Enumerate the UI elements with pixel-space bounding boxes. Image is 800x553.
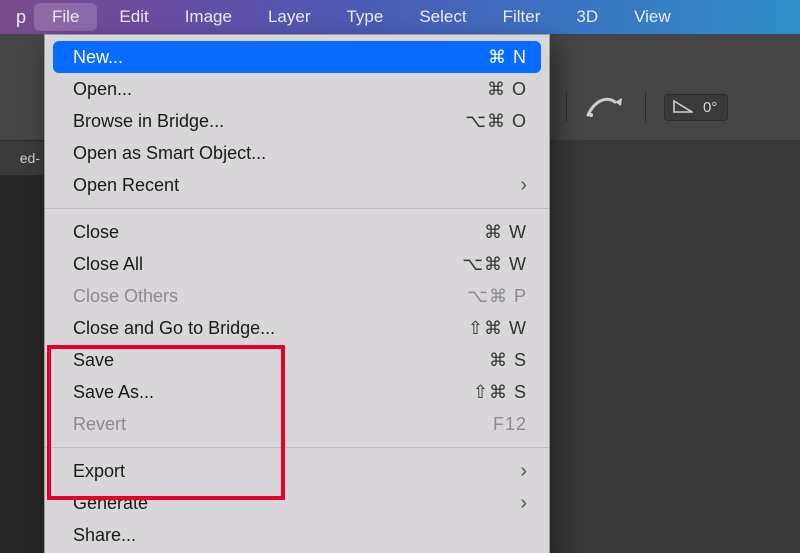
menu-item-open-smart-object[interactable]: Open as Smart Object... [45,137,549,169]
menu-item-export[interactable]: Export› [45,455,549,487]
rotation-angle-field[interactable]: 0° [664,94,728,121]
menu-item-label: Save As... [73,382,473,403]
menu-item-browse-in-bridge[interactable]: Browse in Bridge...⌥⌘ O [45,105,549,137]
menu-file[interactable]: File [34,3,97,31]
menu-item-close[interactable]: Close⌘ W [45,216,549,248]
menu-item-close-go-bridge[interactable]: Close and Go to Bridge...⇧⌘ W [45,312,549,344]
chevron-right-icon: › [520,493,527,513]
menu-item-generate[interactable]: Generate› [45,487,549,519]
menu-item-label: Share... [73,525,527,546]
menu-item-shortcut: ⇧⌘ S [473,382,527,403]
menu-view[interactable]: View [616,0,689,34]
menu-item-open[interactable]: Open...⌘ O [45,73,549,105]
chevron-right-icon: › [520,175,527,195]
menu-separator [45,447,549,448]
menu-filter-label: Filter [503,7,541,27]
menu-edit[interactable]: Edit [101,0,166,34]
menu-item-shortcut: ⌥⌘ O [465,111,527,132]
menu-item-shortcut: ⌘ W [484,222,527,243]
options-separator [566,92,567,122]
menu-item-save[interactable]: Save⌘ S [45,344,549,376]
menubar: p File Edit Image Layer Type Select Filt… [0,0,800,34]
options-separator [645,92,646,122]
menu-item-save-as[interactable]: Save As...⇧⌘ S [45,376,549,408]
document-tab-text: ed- [20,150,40,166]
menu-layer[interactable]: Layer [250,0,329,34]
canvas-area [0,176,44,553]
menu-item-close-all[interactable]: Close All⌥⌘ W [45,248,549,280]
menu-item-shortcut: ⌘ N [488,47,527,68]
menu-layer-label: Layer [268,7,311,27]
menu-view-label: View [634,7,671,27]
menu-item-label: New... [73,47,488,68]
menu-item-share[interactable]: Share... [45,519,549,551]
menu-item-label: Export [73,461,520,482]
menu-item-label: Close All [73,254,462,275]
chevron-right-icon: › [520,461,527,481]
menu-edit-label: Edit [119,7,148,27]
menu-item-label: Revert [73,414,493,435]
menu-item-label: Generate [73,493,520,514]
menu-separator [45,208,549,209]
menu-3d-label: 3D [576,7,598,27]
menu-item-label: Open as Smart Object... [73,143,527,164]
menu-file-label: File [52,7,79,27]
menu-item-label: Save [73,350,489,371]
menu-item-shortcut: ⌘ S [489,350,527,371]
menu-item-open-recent[interactable]: Open Recent› [45,169,549,201]
menu-item-shortcut: ⇧⌘ W [468,318,527,339]
menu-item-shortcut: ⌘ O [487,79,527,100]
menu-item-shortcut: F12 [493,414,527,435]
file-menu-dropdown: New...⌘ NOpen...⌘ OBrowse in Bridge...⌥⌘… [44,34,550,553]
menu-item-label: Open Recent [73,175,520,196]
menu-item-label: Open... [73,79,487,100]
menu-image[interactable]: Image [167,0,250,34]
document-tab-fragment[interactable]: ed- [0,140,44,176]
menu-filter[interactable]: Filter [485,0,559,34]
menu-type[interactable]: Type [328,0,401,34]
menu-item-label: Close [73,222,484,243]
menu-select[interactable]: Select [401,0,484,34]
angle-icon [673,99,693,116]
menubar-app-fragment: p [0,0,30,34]
menu-item-shortcut: ⌥⌘ P [467,286,527,307]
menu-item-label: Close Others [73,286,467,307]
menu-item-close-others: Close Others⌥⌘ P [45,280,549,312]
menu-item-shortcut: ⌥⌘ W [462,254,527,275]
color-sampler-icon[interactable] [585,90,627,124]
menu-item-new[interactable]: New...⌘ N [53,41,541,73]
menu-image-label: Image [185,7,232,27]
menu-item-label: Browse in Bridge... [73,111,465,132]
menu-select-label: Select [419,7,466,27]
menu-3d[interactable]: 3D [558,0,616,34]
menu-item-revert: RevertF12 [45,408,549,440]
menu-item-label: Close and Go to Bridge... [73,318,468,339]
rotation-angle-value: 0° [703,99,717,116]
menu-type-label: Type [346,7,383,27]
